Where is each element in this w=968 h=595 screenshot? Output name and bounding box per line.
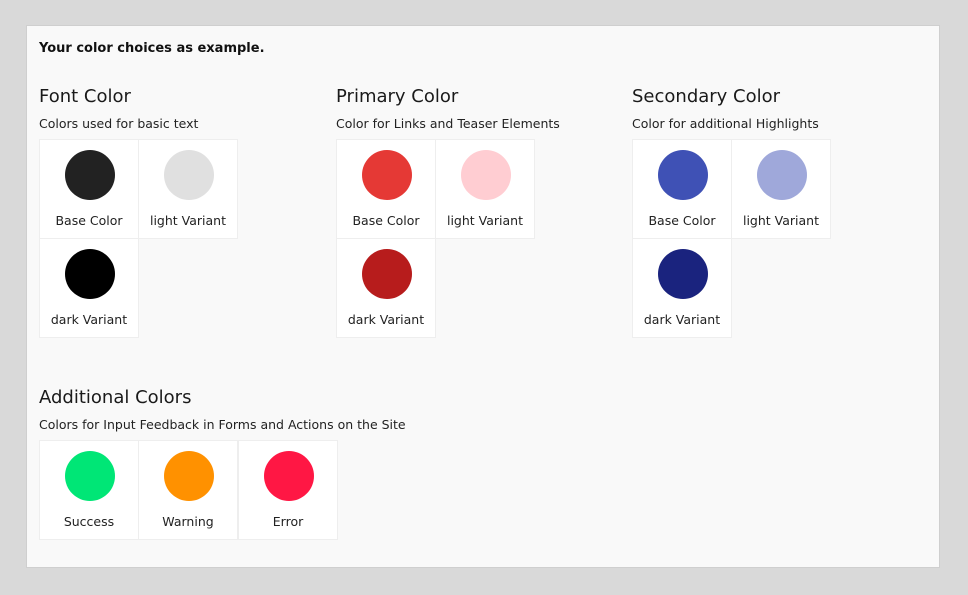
primary-color-description: Color for Links and Teaser Elements (336, 116, 560, 131)
primary-dark-color-dot (362, 249, 412, 299)
font-light-swatch: light Variant (138, 139, 238, 239)
secondary-base-color-dot (658, 150, 708, 200)
additional-colors-group: Additional Colors Colors for Input Feedb… (39, 387, 539, 540)
primary-light-color-dot (461, 150, 511, 200)
primary-dark-swatch: dark Variant (336, 238, 436, 338)
primary-base-color-dot (362, 150, 412, 200)
font-light-color-dot (164, 150, 214, 200)
swatch-label: Error (272, 514, 304, 529)
secondary-dark-color-dot (658, 249, 708, 299)
primary-light-swatch: light Variant (435, 139, 535, 239)
secondary-color-description: Color for additional Highlights (632, 116, 819, 131)
additional-colors-title: Additional Colors (39, 387, 192, 408)
swatch-label: Base Color (352, 213, 420, 228)
secondary-color-group: Secondary Color Color for additional Hig… (632, 86, 912, 338)
secondary-dark-swatch: dark Variant (632, 238, 732, 338)
swatch-label: light Variant (742, 213, 819, 228)
secondary-light-swatch: light Variant (731, 139, 831, 239)
font-base-swatch: Base Color (39, 139, 139, 239)
font-dark-color-dot (65, 249, 115, 299)
secondary-color-title: Secondary Color (632, 86, 781, 107)
warning-swatch: Warning (138, 440, 238, 540)
swatch-label: dark Variant (50, 312, 128, 327)
swatch-label: dark Variant (643, 312, 721, 327)
font-color-swatches: Base Color light Variant dark Variant (39, 139, 241, 339)
font-color-description: Colors used for basic text (39, 116, 199, 131)
swatch-label: Warning (162, 514, 214, 529)
secondary-base-swatch: Base Color (632, 139, 732, 239)
primary-color-title: Primary Color (336, 86, 459, 107)
success-swatch: Success (39, 440, 139, 540)
swatch-label: Base Color (55, 213, 123, 228)
swatch-label: light Variant (149, 213, 226, 228)
intro-text: Your color choices as example. (39, 41, 265, 56)
font-base-color-dot (65, 150, 115, 200)
primary-base-swatch: Base Color (336, 139, 436, 239)
primary-color-group: Primary Color Color for Links and Teaser… (336, 86, 616, 338)
additional-colors-description: Colors for Input Feedback in Forms and A… (39, 417, 406, 432)
swatch-label: light Variant (446, 213, 523, 228)
additional-colors-swatches: Success Warning Error (39, 440, 341, 540)
color-preview-panel: Your color choices as example. Font Colo… (26, 25, 940, 568)
swatch-label: Success (63, 514, 115, 529)
swatch-label: Base Color (648, 213, 716, 228)
error-color-dot (264, 451, 314, 501)
warning-color-dot (164, 451, 214, 501)
primary-color-swatches: Base Color light Variant dark Variant (336, 139, 538, 339)
success-color-dot (65, 451, 115, 501)
font-color-group: Font Color Colors used for basic text Ba… (39, 86, 319, 338)
font-color-title: Font Color (39, 86, 131, 107)
secondary-color-swatches: Base Color light Variant dark Variant (632, 139, 834, 339)
error-swatch: Error (238, 440, 338, 540)
font-dark-swatch: dark Variant (39, 238, 139, 338)
secondary-light-color-dot (757, 150, 807, 200)
swatch-label: dark Variant (347, 312, 425, 327)
